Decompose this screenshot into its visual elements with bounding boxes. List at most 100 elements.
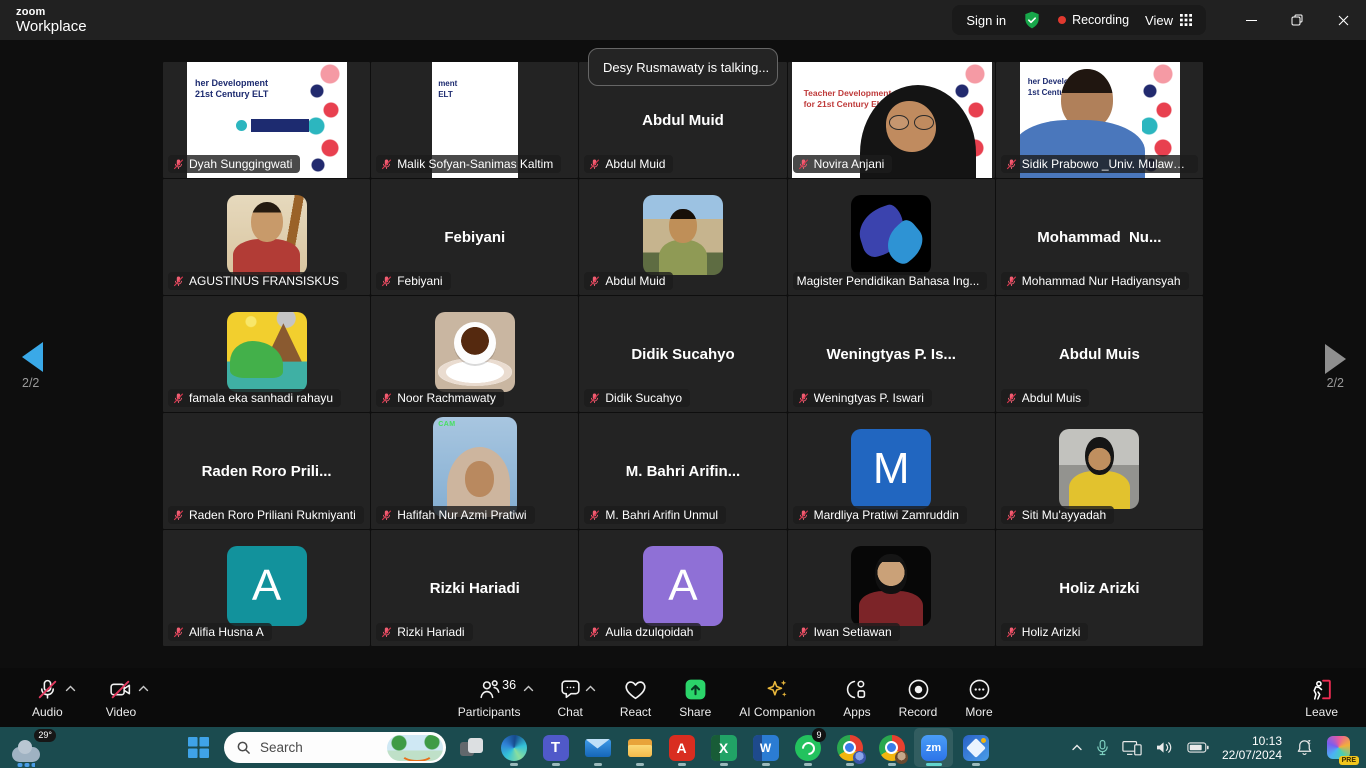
sl: 21st Century ELT <box>195 89 268 100</box>
participant-name-text: Noor Rachmawaty <box>397 391 496 405</box>
participant-tile[interactable]: AGUSTINUS FRANSISKUS <box>163 179 370 295</box>
muted-mic-icon <box>380 392 393 405</box>
share-label: Share <box>679 705 711 719</box>
participant-name-label: Aulia dzulqoidah <box>584 623 701 641</box>
participant-name-label: Dyah Sunggingwati <box>168 155 300 173</box>
participant-tile[interactable]: mentELT Malik Sofyan-Sanimas Kaltim <box>371 62 578 178</box>
participant-tile[interactable]: Holiz Arizki Holiz Arizki <box>996 530 1203 646</box>
participant-tile[interactable]: Rizki Hariadi Rizki Hariadi <box>371 530 578 646</box>
taskbar-icon-photos[interactable] <box>956 728 995 767</box>
taskbar-icon-excel[interactable] <box>704 728 743 767</box>
participant-tile[interactable]: Iwan Setiawan <box>788 530 995 646</box>
participant-tile[interactable]: Raden Roro Prili... Raden Roro Priliani … <box>163 413 370 529</box>
apps-button[interactable]: Apps <box>837 675 876 721</box>
participant-gallery: her Development21st Century ELT Dyah Sun… <box>163 62 1203 646</box>
participant-tile[interactable]: A Aulia dzulqoidah <box>579 530 786 646</box>
muted-mic-icon <box>797 509 810 522</box>
taskbar-icon-mail[interactable] <box>578 728 617 767</box>
previous-page-button[interactable] <box>16 336 49 378</box>
maximize-restore-button[interactable] <box>1274 0 1320 40</box>
running-indicator <box>510 763 518 766</box>
leave-label: Leave <box>1305 705 1338 719</box>
phbox <box>435 312 515 392</box>
tray-volume[interactable] <box>1153 738 1176 757</box>
tray-battery[interactable] <box>1185 739 1211 756</box>
encryption-shield-icon[interactable] <box>1022 10 1042 30</box>
record-button[interactable]: Record <box>893 675 944 721</box>
share-button[interactable]: Share <box>673 675 717 721</box>
muted-mic-icon <box>797 158 810 171</box>
running-indicator <box>762 763 770 766</box>
more-button[interactable]: More <box>959 675 998 721</box>
chrome-2-icon <box>879 735 905 761</box>
taskbar-icon-acrobat[interactable] <box>662 728 701 767</box>
participant-tile[interactable]: Febiyani Febiyani <box>371 179 578 295</box>
navybar <box>251 119 309 132</box>
participant-tile[interactable]: Didik Sucahyo Didik Sucahyo <box>579 296 786 412</box>
taskbar-icon-chrome-2[interactable] <box>872 728 911 767</box>
video-button[interactable]: Video <box>100 675 142 721</box>
participant-tile[interactable]: Abdul Muis Abdul Muis <box>996 296 1203 412</box>
participants-label: Participants <box>458 705 521 719</box>
chat-button[interactable]: Chat <box>552 675 589 721</box>
dots <box>309 62 345 178</box>
taskbar-weather-widget[interactable]: 29° <box>8 729 54 767</box>
photos-icon <box>963 735 989 761</box>
tray-cast-display[interactable] <box>1120 738 1144 758</box>
ai-companion-button[interactable]: AI Companion <box>733 675 821 721</box>
participant-tile[interactable]: Mohammad Nu... Mohammad Nur Hadiyansyah <box>996 179 1203 295</box>
close-button[interactable] <box>1320 0 1366 40</box>
participant-name-text: Abdul Muid <box>605 274 665 288</box>
participants-button[interactable]: 36 Participants <box>452 675 527 721</box>
participant-tile[interactable]: A Alifia Husna A <box>163 530 370 646</box>
participant-tile[interactable]: Weningtyas P. Is... Weningtyas P. Iswari <box>788 296 995 412</box>
participant-tile[interactable]: Noor Rachmawaty <box>371 296 578 412</box>
tray-microphone[interactable] <box>1094 737 1111 758</box>
view-button[interactable]: View <box>1145 13 1192 28</box>
participant-tile[interactable]: Magister Pendidikan Bahasa Ing... <box>788 179 995 295</box>
taskbar-icon-zoom[interactable] <box>914 728 953 767</box>
taskbar-clock[interactable]: 10:13 22/07/2024 <box>1220 732 1284 764</box>
participant-tile[interactable]: CAM Hafifah Nur Azmi Pratiwi <box>371 413 578 529</box>
participant-tile[interactable]: her Development21st Century ELT Dyah Sun… <box>163 62 370 178</box>
taskbar-search[interactable]: Search <box>224 732 446 763</box>
taskbar-icon-file-explorer[interactable] <box>620 728 659 767</box>
leave-button[interactable]: Leave <box>1299 675 1344 721</box>
participant-name-text: Febiyani <box>397 274 442 288</box>
taskbar-icon-word[interactable] <box>746 728 785 767</box>
record-icon <box>906 677 931 702</box>
taskbar-icon-whatsapp[interactable]: 9 <box>788 728 827 767</box>
participant-name-label: Mardliya Pratiwi Zamruddin <box>793 506 967 524</box>
copilot-button[interactable]: PRE <box>1325 734 1352 761</box>
taskbar-icon-chrome-1[interactable] <box>830 728 869 767</box>
tray-overflow-chevron[interactable] <box>1069 742 1085 754</box>
participant-tile[interactable]: her Developm1st Century EL Sidik Prabowo… <box>996 62 1203 178</box>
participant-name-text: M. Bahri Arifin Unmul <box>605 508 718 522</box>
minimize-button[interactable] <box>1228 0 1274 40</box>
search-placeholder: Search <box>260 740 303 755</box>
next-page-button[interactable] <box>1319 338 1352 380</box>
participant-tile[interactable]: famala eka sanhadi rahayu <box>163 296 370 412</box>
participant-name-text: Novira Anjani <box>814 157 885 171</box>
taskbar-icon-task-view[interactable] <box>452 728 491 767</box>
participant-tile[interactable]: Teacher Developmentfor 21st Century ELT … <box>788 62 995 178</box>
participant-name-text: Holiz Arizki <box>1022 625 1081 639</box>
participant-tile[interactable]: Abdul Muid <box>579 179 786 295</box>
start-button[interactable] <box>178 729 218 767</box>
sl: ELT <box>438 89 457 100</box>
audio-button[interactable]: Audio <box>26 675 69 721</box>
search-icon <box>236 740 251 755</box>
sign-in-button[interactable]: Sign in <box>966 13 1006 28</box>
close-icon <box>1338 15 1349 26</box>
react-button[interactable]: React <box>614 675 657 721</box>
participant-tile[interactable]: M Mardliya Pratiwi Zamruddin <box>788 413 995 529</box>
muted-mic-icon <box>588 392 601 405</box>
meeting-info-cluster: Sign in Recording View <box>952 5 1206 35</box>
participant-tile[interactable]: Siti Mu'ayyadah <box>996 413 1203 529</box>
record-label: Record <box>899 705 938 719</box>
muted-mic-icon <box>380 158 393 171</box>
taskbar-icon-teams[interactable] <box>536 728 575 767</box>
taskbar-icon-edge[interactable] <box>494 728 533 767</box>
tray-notifications[interactable]: z <box>1293 736 1316 759</box>
participant-tile[interactable]: M. Bahri Arifin... M. Bahri Arifin Unmul <box>579 413 786 529</box>
